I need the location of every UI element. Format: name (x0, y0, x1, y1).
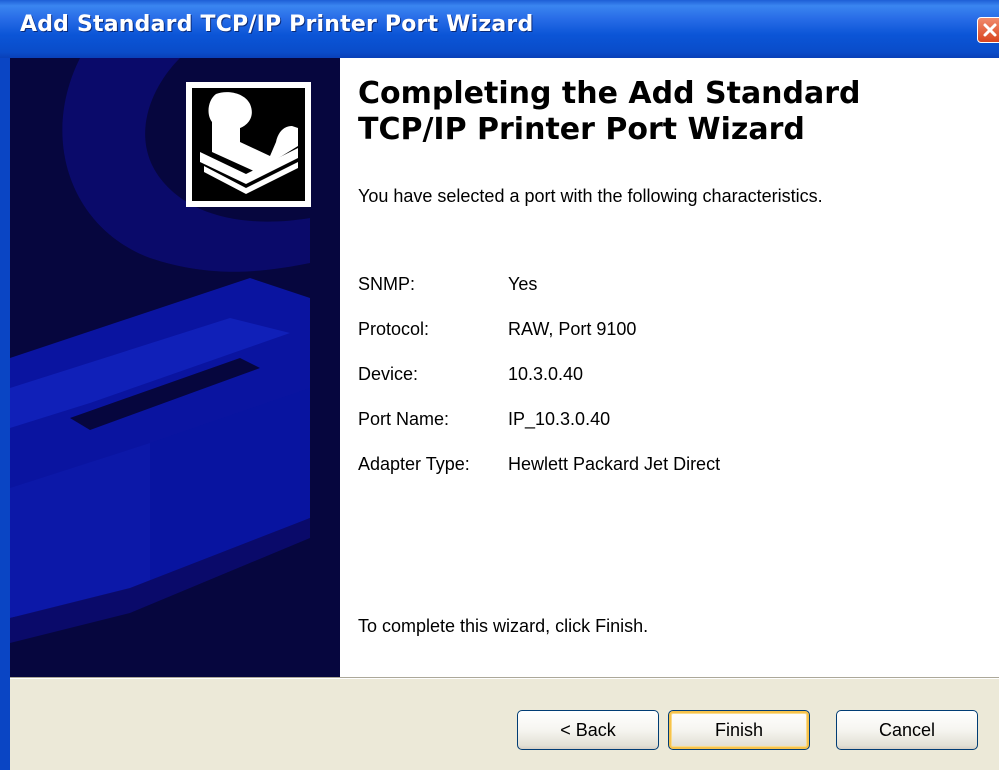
window-title: Add Standard TCP/IP Printer Port Wizard (20, 12, 534, 37)
close-icon (983, 23, 997, 37)
detail-value: Hewlett Packard Jet Direct (508, 454, 721, 474)
content-pane: Completing the Add Standard TCP/IP Print… (340, 58, 999, 677)
window-frame-left (0, 58, 10, 770)
detail-value: Yes (508, 274, 538, 294)
printer-port-icon (186, 82, 311, 207)
finish-instruction: To complete this wizard, click Finish. (358, 616, 649, 636)
detail-label: Device: (358, 364, 419, 384)
detail-value: IP_10.3.0.40 (508, 409, 611, 429)
detail-value: RAW, Port 9100 (508, 319, 637, 339)
button-bar: < Back Finish Cancel (10, 677, 999, 770)
detail-label: Port Name: (358, 409, 450, 429)
separator-line (10, 677, 999, 678)
detail-label: SNMP: (358, 274, 416, 294)
title-bar: Add Standard TCP/IP Printer Port Wizard (0, 0, 999, 58)
detail-label: Adapter Type: (358, 454, 470, 474)
intro-text: You have selected a port with the follow… (358, 186, 823, 206)
cancel-button[interactable]: Cancel (836, 710, 978, 750)
page-heading: Completing the Add Standard TCP/IP Print… (358, 76, 861, 147)
wizard-banner (10, 58, 340, 677)
finish-button[interactable]: Finish (668, 710, 810, 750)
detail-value: 10.3.0.40 (508, 364, 584, 384)
close-button[interactable] (977, 17, 999, 43)
detail-label: Protocol: (358, 319, 430, 339)
back-button[interactable]: < Back (517, 710, 659, 750)
